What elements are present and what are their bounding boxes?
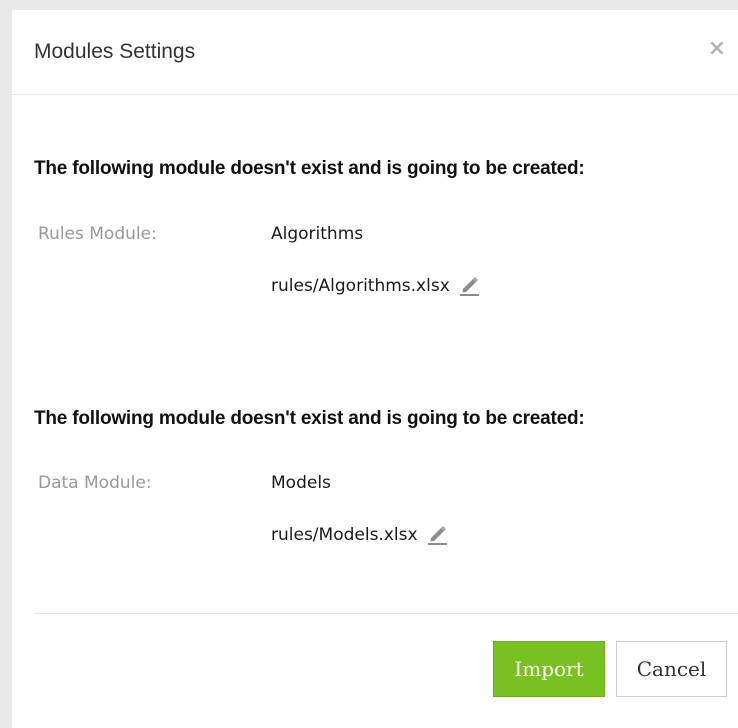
footer-divider bbox=[34, 613, 738, 614]
section-heading-data: The following module doesn't exist and i… bbox=[34, 408, 585, 429]
rules-module-path: rules/Algorithms.xlsx bbox=[271, 276, 450, 296]
pencil-icon[interactable] bbox=[458, 274, 480, 296]
data-module-path-row: rules/Models.xlsx bbox=[271, 523, 448, 545]
import-button[interactable]: Import bbox=[493, 641, 605, 697]
close-icon[interactable]: × bbox=[708, 38, 726, 60]
rules-module-path-row: rules/Algorithms.xlsx bbox=[271, 274, 480, 296]
dialog-title: Modules Settings bbox=[34, 40, 196, 63]
data-module-label: Data Module: bbox=[38, 473, 152, 493]
pencil-icon[interactable] bbox=[426, 523, 448, 545]
section-heading-rules: The following module doesn't exist and i… bbox=[34, 158, 585, 179]
data-module-name: Models bbox=[271, 473, 331, 493]
cancel-button[interactable]: Cancel bbox=[616, 641, 727, 697]
modules-settings-dialog: Modules Settings × The following module … bbox=[12, 10, 738, 728]
dialog-header: Modules Settings × bbox=[12, 10, 738, 95]
rules-module-label: Rules Module: bbox=[38, 224, 157, 244]
rules-module-name: Algorithms bbox=[271, 224, 364, 244]
data-module-path: rules/Models.xlsx bbox=[271, 525, 418, 545]
